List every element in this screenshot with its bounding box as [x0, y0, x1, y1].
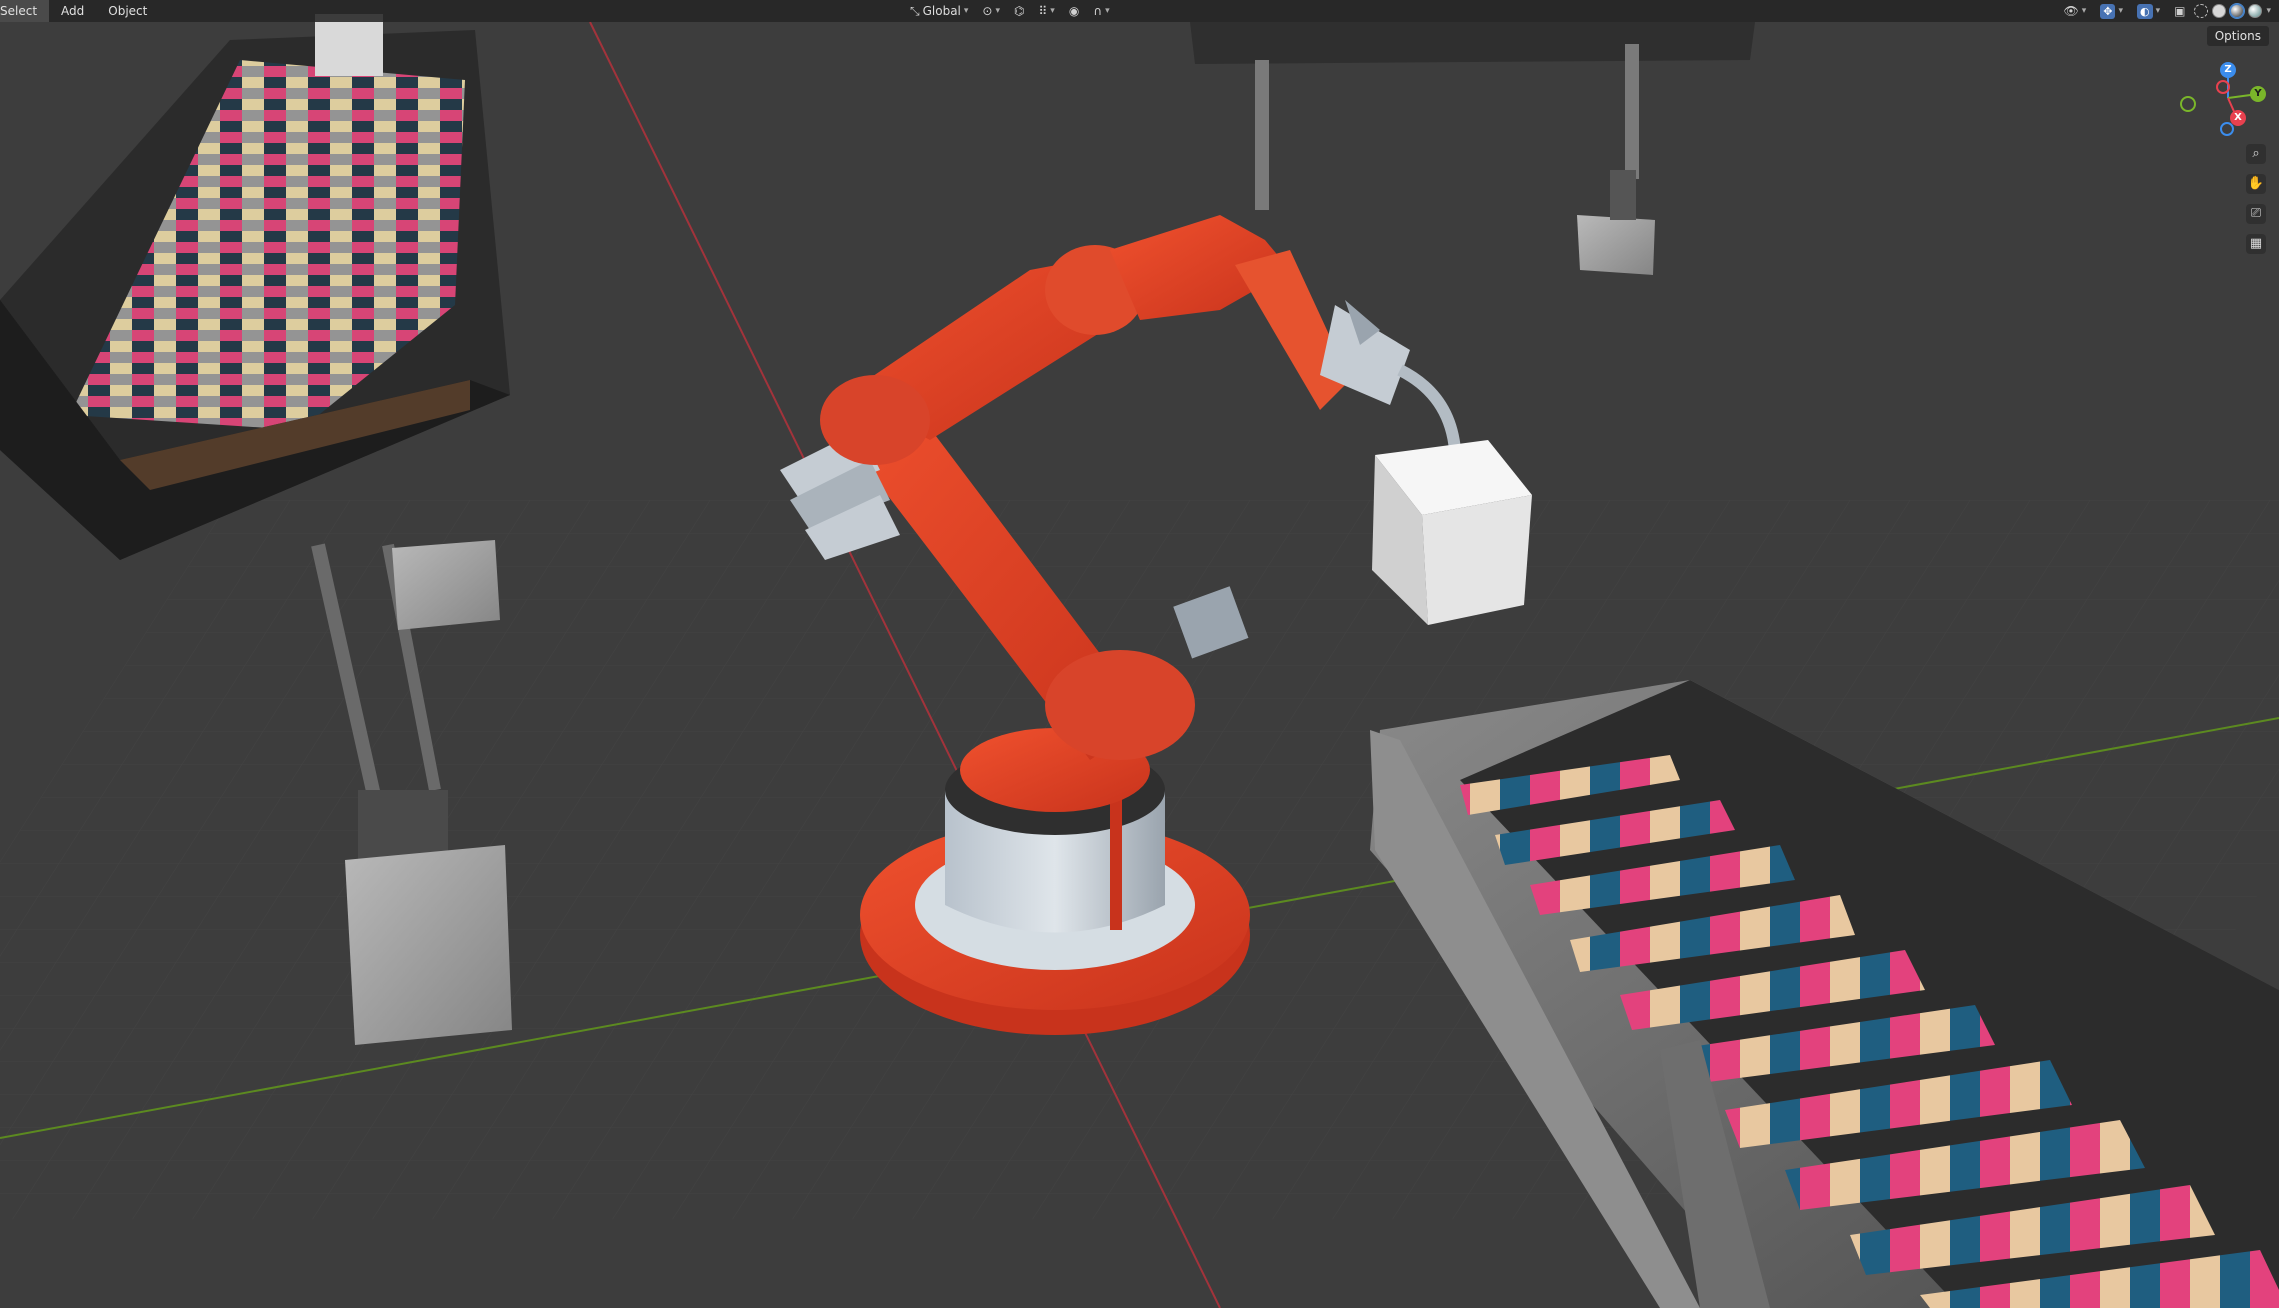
viewport-header: Select Add Object ⤡ Global ▾ ⊙ ▾ ⌬ ⠿ ▾ ◉… [0, 0, 2279, 22]
transform-orientation-dropdown[interactable]: ⤡ Global ▾ [905, 2, 973, 20]
options-button[interactable]: Options [2206, 26, 2269, 46]
gizmo-neg-z-axis[interactable] [2220, 122, 2234, 136]
pivot-point-icon: ⊙ [982, 4, 993, 18]
chevron-down-icon: ▾ [2155, 6, 2161, 16]
material-preview-shading-button[interactable] [2230, 4, 2245, 18]
xray-icon: ▣ [2174, 4, 2186, 18]
3d-viewport[interactable] [0, 0, 2279, 1308]
proportional-editing-icon: ◉ [1068, 4, 1080, 18]
chevron-down-icon: ▾ [995, 6, 1001, 16]
transform-orientation-icon: ⤡ [910, 3, 920, 18]
zoom-button[interactable]: ⌕ [2246, 144, 2266, 164]
camera-view-icon: ⎚ [2250, 206, 2262, 221]
pivot-point-dropdown[interactable]: ⊙ ▾ [977, 2, 1005, 20]
menu-add[interactable]: Add [49, 0, 96, 22]
falloff-curve-icon: ∩ [1093, 4, 1103, 18]
solid-shading-button[interactable] [2212, 4, 2227, 18]
selectability-visibility-dropdown[interactable]: 👁 ▾ [2058, 2, 2091, 20]
rendered-shading-button[interactable] [2248, 4, 2263, 18]
xray-toggle[interactable]: ▣ [2169, 2, 2190, 20]
snap-icon: ⌬ [1014, 4, 1025, 18]
chevron-down-icon: ▾ [1105, 6, 1110, 16]
viewport-display-controls: 👁 ▾ ✥ ▾ ◐ ▾ ▣ ▾ [2058, 0, 2271, 22]
pan-button[interactable]: ✋ [2246, 174, 2266, 194]
navigation-gizmo[interactable]: Z Y X [2176, 60, 2266, 150]
selectability-visibility-icon: 👁 [2063, 4, 2079, 18]
gizmo-neg-x-axis[interactable] [2216, 80, 2230, 94]
proportional-falloff-dropdown[interactable]: ∩ ▾ [1088, 2, 1114, 20]
snap-grid-icon: ⠿ [1038, 4, 1048, 18]
wireframe-shading-button[interactable] [2194, 4, 2209, 18]
zoom-icon: ⌕ [2252, 146, 2260, 161]
gizmo-y-axis[interactable]: Y [2250, 86, 2266, 102]
viewport-gizmos-dropdown[interactable]: ✥ ▾ [2095, 2, 2128, 20]
viewport-gizmos-icon: ✥ [2100, 3, 2116, 19]
snap-toggle[interactable]: ⌬ [1009, 2, 1029, 20]
gizmo-z-axis[interactable]: Z [2220, 62, 2236, 78]
proportional-editing-toggle[interactable]: ◉ [1064, 2, 1084, 20]
transform-tools: ⤡ Global ▾ ⊙ ▾ ⌬ ⠿ ▾ ◉ ∩ ▾ [905, 0, 1115, 22]
perspective-toggle-button[interactable]: ▦ [2246, 234, 2266, 254]
menu-select[interactable]: Select [0, 0, 50, 22]
chevron-down-icon: ▾ [2081, 6, 2087, 16]
pan-hand-icon: ✋ [2247, 176, 2265, 191]
overlays-icon: ◐ [2136, 3, 2153, 19]
overhead-gantry [1190, 22, 1755, 275]
transform-orientation-value: Global [922, 4, 961, 18]
chevron-down-icon: ▾ [2118, 6, 2123, 16]
shading-options-chevron-icon[interactable]: ▾ [2266, 6, 2271, 16]
gizmo-neg-y-axis[interactable] [2180, 96, 2196, 112]
overlays-dropdown[interactable]: ◐ ▾ [2132, 2, 2165, 20]
perspective-toggle-icon: ▦ [2249, 236, 2263, 251]
snap-target-dropdown[interactable]: ⠿ ▾ [1034, 2, 1060, 20]
menu-object[interactable]: Object [96, 0, 159, 22]
chevron-down-icon: ▾ [1050, 6, 1055, 16]
chevron-down-icon: ▾ [963, 6, 969, 16]
camera-view-button[interactable]: ⎚ [2246, 204, 2266, 224]
